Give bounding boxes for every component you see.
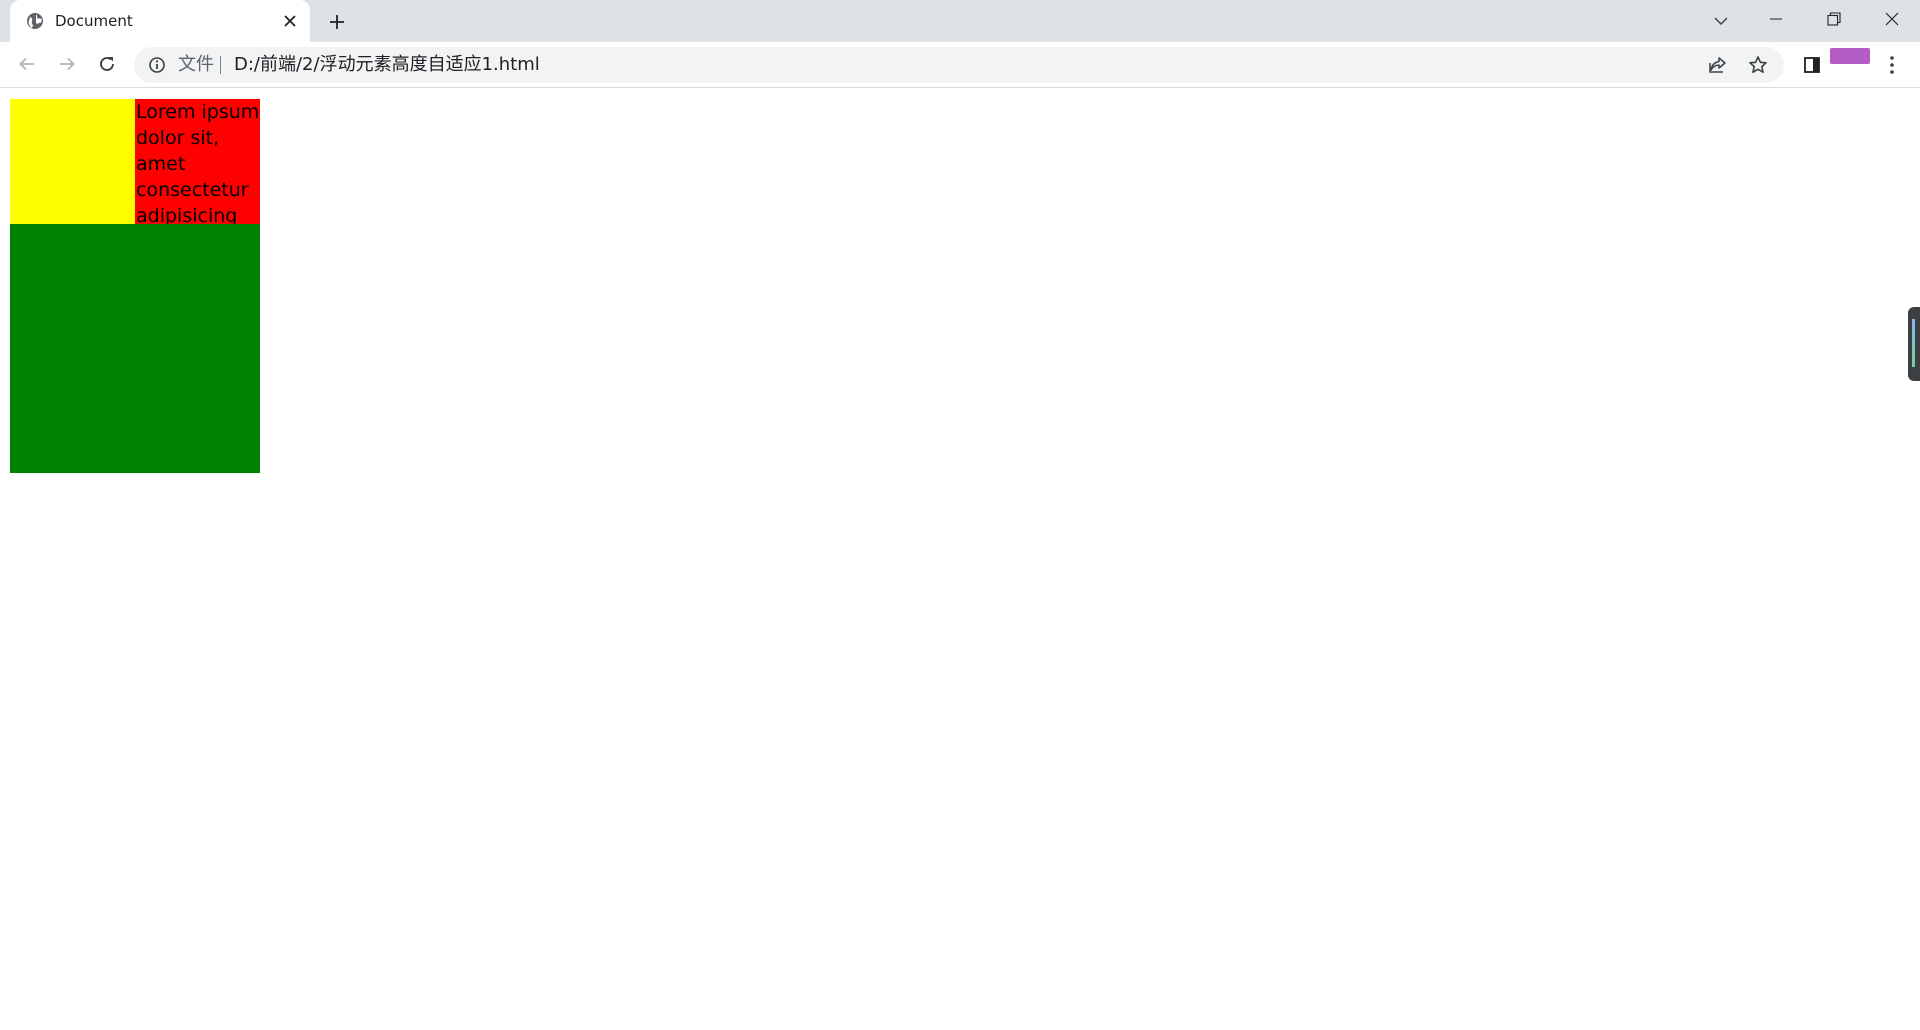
star-icon[interactable] [1746,53,1770,77]
share-icon[interactable] [1706,53,1730,77]
profile-avatar[interactable] [1830,48,1870,64]
new-tab-button[interactable] [325,10,349,34]
reload-icon [98,55,116,73]
red-float-box: Lorem ipsum dolor sit, amet consectetur … [135,99,260,224]
scheme-label: 文件 [178,54,214,75]
side-panel-icon [1803,56,1821,74]
menu-button[interactable] [1880,50,1904,80]
browser-window: Document 文件 D:/前端/2/浮动元素高度自适应1.html Lore… [0,0,1920,1030]
forward-button[interactable] [52,49,82,79]
close-icon [1885,12,1899,26]
back-button[interactable] [12,49,42,79]
tab-document[interactable]: Document [10,0,310,42]
plus-icon [329,14,345,30]
edge-handle-bar [1912,319,1915,367]
reload-button[interactable] [92,49,122,79]
minimize-button[interactable] [1748,0,1804,38]
tab-strip: Document [0,0,1920,42]
address-bar[interactable]: 文件 D:/前端/2/浮动元素高度自适应1.html [134,47,1784,83]
close-icon[interactable] [280,11,300,31]
edge-handle[interactable] [1908,307,1920,381]
yellow-float-box [10,99,135,224]
green-box [10,224,260,473]
arrow-right-icon [58,55,76,73]
globe-icon [26,12,44,30]
restore-button[interactable] [1806,0,1862,38]
browser-toolbar: 文件 D:/前端/2/浮动元素高度自适应1.html [0,42,1920,88]
kebab-menu-icon [1889,55,1895,75]
side-panel-button[interactable] [1800,53,1824,77]
window-close-button[interactable] [1864,0,1920,38]
url-separator [220,56,221,74]
tab-title: Document [55,12,133,30]
url-text[interactable]: D:/前端/2/浮动元素高度自适应1.html [234,55,540,75]
lorem-text: Lorem ipsum dolor sit, amet consectetur … [136,101,260,224]
page-viewport: Lorem ipsum dolor sit, amet consectetur … [0,88,1920,1030]
arrow-left-icon [18,55,36,73]
minimize-icon [1770,18,1782,20]
chevron-down-icon [1714,16,1728,26]
tab-search-button[interactable] [1708,8,1734,34]
info-icon[interactable] [148,56,166,74]
restore-icon [1827,12,1841,26]
